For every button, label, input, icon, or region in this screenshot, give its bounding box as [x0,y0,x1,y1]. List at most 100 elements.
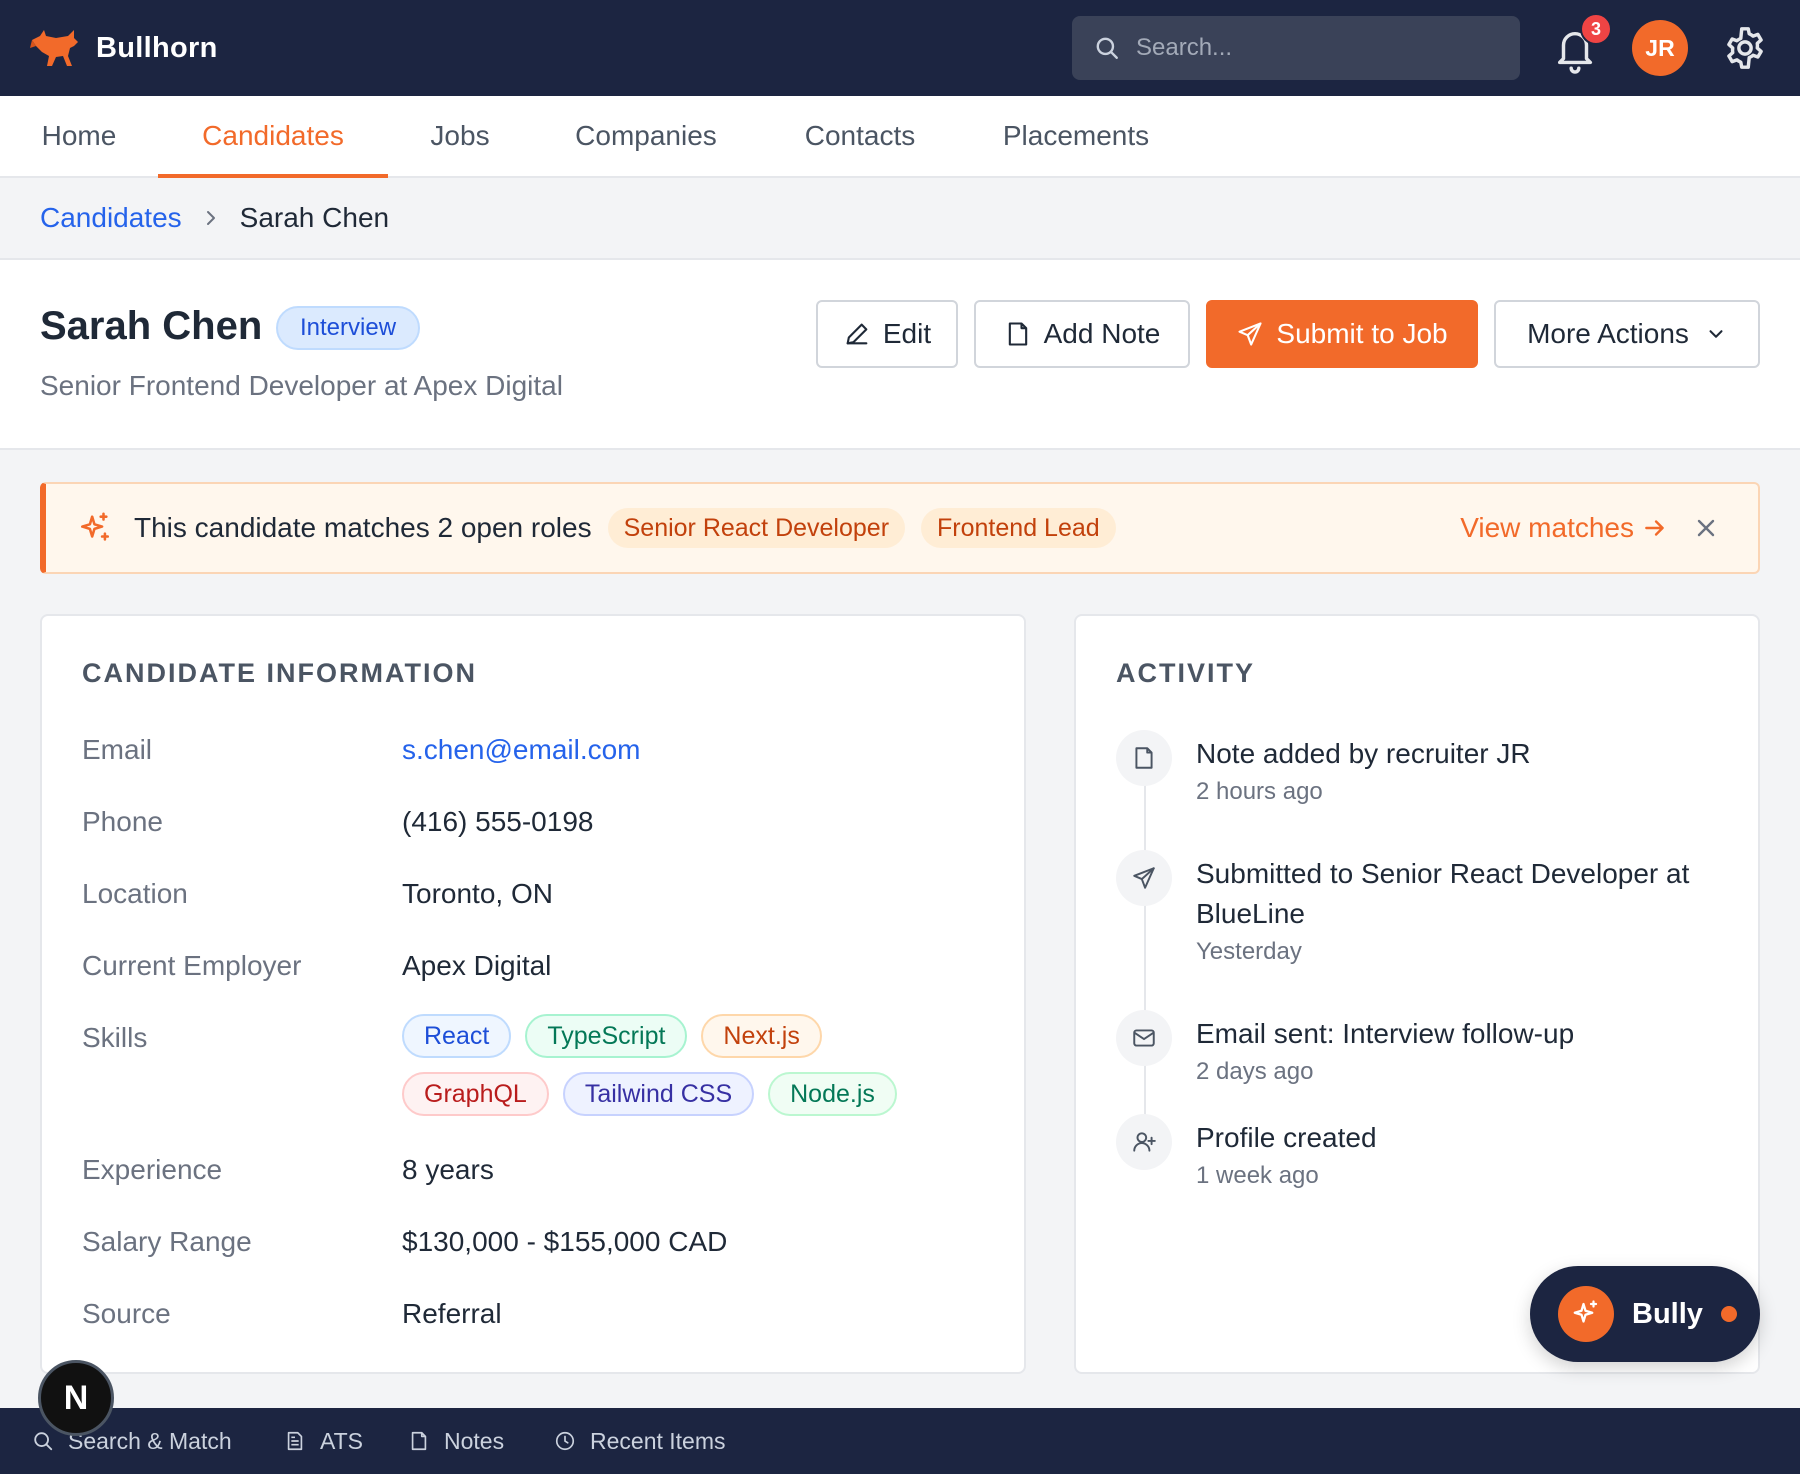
top-bar: Bullhorn 3 JR [0,0,1800,96]
employer-value: Apex Digital [402,950,552,981]
main-nav: Home Candidates Jobs Companies Contacts … [0,96,1800,178]
mail-icon [1116,1010,1172,1066]
bull-logo-icon [30,30,78,66]
close-icon[interactable] [1694,516,1718,540]
more-actions-button[interactable]: More Actions [1494,300,1760,368]
skill-tag: Node.js [768,1072,897,1116]
note-icon [411,1431,427,1451]
bottom-notes[interactable]: Notes [408,1408,504,1474]
activity-time: 1 week ago [1196,1162,1319,1189]
brand-name: Bullhorn [96,31,218,64]
experience-label: Experience [82,1154,223,1185]
bottom-notes-label: Notes [444,1427,505,1454]
bully-label: Bully [1632,1297,1703,1330]
tab-candidates[interactable]: Candidates [158,96,388,178]
note-icon [1008,322,1027,346]
candidate-info-card: CANDIDATE INFORMATION Email s.chen@email… [40,614,1026,1374]
bottom-ats[interactable]: ATS [284,1408,363,1474]
skills-label: Skills [82,1022,148,1053]
role-tag-senior-react-developer[interactable]: Senior React Developer [607,508,906,548]
phone-value: (416) 555-0198 [402,806,594,837]
more-actions-button-label: More Actions [1527,318,1689,349]
source-label: Source [82,1298,171,1329]
add-note-button-label: Add Note [1043,318,1161,349]
chevron-down-icon [1709,330,1723,338]
pencil-icon [846,323,868,345]
note-icon [1116,730,1172,786]
tab-contacts[interactable]: Contacts [800,96,920,176]
skill-tag: React [402,1014,512,1058]
employer-label: Current Employer [82,950,302,981]
global-search[interactable] [1072,16,1520,80]
breadcrumb: Candidates Sarah Chen [0,178,1800,260]
activity-time: 2 days ago [1196,1058,1314,1085]
document-icon [287,1431,303,1451]
activity-title: ACTIVITY [1116,658,1256,688]
location-label: Location [82,878,188,909]
match-banner: This candidate matches 2 open roles Seni… [40,482,1760,574]
submit-to-job-button-label: Submit to Job [1276,318,1448,349]
skill-tag: GraphQL [402,1072,549,1116]
arrow-right-icon [1645,520,1664,536]
candidate-subtitle: Senior Frontend Developer at Apex Digita… [40,370,563,401]
activity-text: Email sent: Interview follow-up [1196,1018,1575,1049]
banner-text: This candidate matches 2 open roles [134,512,592,543]
activity-time: Yesterday [1196,938,1302,965]
activity-text: Note added by recruiter JR [1196,738,1531,769]
tab-jobs[interactable]: Jobs [428,96,492,176]
user-plus-icon [1116,1114,1172,1170]
bottom-toolbar: Search & Match ATS Notes Recent Items [0,1408,1800,1474]
bottom-recent-items[interactable]: Recent Items [554,1408,726,1474]
tab-placements[interactable]: Placements [1000,96,1152,176]
dev-tools-badge[interactable]: N [38,1360,114,1436]
skill-tag: Next.js [701,1014,822,1058]
email-link[interactable]: s.chen@email.com [402,734,641,766]
activity-time: 2 hours ago [1196,778,1323,805]
candidate-info-title: CANDIDATE INFORMATION [82,658,477,688]
send-icon [1116,850,1172,906]
phone-label: Phone [82,806,163,837]
activity-text: Submitted to Senior React Developer at B… [1196,858,1690,929]
bottom-recent-items-label: Recent Items [590,1427,726,1454]
edit-button[interactable]: Edit [816,300,958,368]
salary-label: Salary Range [82,1226,252,1257]
brand[interactable]: Bullhorn [30,26,218,70]
search-icon [34,1432,53,1451]
experience-value: 8 years [402,1154,494,1185]
timeline-line [1144,752,1146,1142]
activity-card: ACTIVITY Note added by recruiter JR 2 ho… [1074,614,1760,1374]
add-note-button[interactable]: Add Note [974,300,1190,368]
status-dot [1720,1306,1737,1322]
bottom-ats-label: ATS [320,1427,364,1454]
role-tag-frontend-lead[interactable]: Frontend Lead [921,508,1116,548]
clock-icon [555,1431,575,1451]
skill-tag: TypeScript [525,1014,688,1058]
salary-value: $130,000 - $155,000 CAD [402,1226,728,1257]
activity-text: Profile created [1196,1122,1377,1153]
avatar[interactable]: JR [1632,20,1688,76]
tab-home[interactable]: Home [40,96,118,176]
tab-companies[interactable]: Companies [572,96,720,176]
breadcrumb-candidates-link[interactable]: Candidates [40,202,182,234]
sparkles-icon [1558,1286,1614,1342]
view-matches-link[interactable]: View matches [1460,484,1668,572]
notification-badge: 3 [1580,13,1612,45]
page-title: Sarah Chen [40,304,263,348]
source-value: Referral [402,1298,502,1329]
breadcrumb-current: Sarah Chen [239,202,390,233]
skills-list: React TypeScript Next.js GraphQL Tailwin… [402,1014,922,1116]
gear-icon[interactable] [1722,25,1768,71]
location-value: Toronto, ON [402,878,553,909]
submit-to-job-button[interactable]: Submit to Job [1206,300,1478,368]
search-icon [1096,37,1118,59]
send-icon [1238,322,1262,346]
chevron-right-icon [204,208,218,228]
skill-tag: Tailwind CSS [562,1072,755,1116]
edit-button-label: Edit [882,318,932,349]
sparkles-icon [80,512,110,541]
email-label: Email [82,734,153,765]
view-matches-label: View matches [1460,512,1634,543]
candidate-header: Sarah Chen Interview Senior Frontend Dev… [0,260,1800,450]
search-input[interactable] [1136,34,1496,62]
bully-assistant-button[interactable]: Bully [1530,1266,1760,1362]
